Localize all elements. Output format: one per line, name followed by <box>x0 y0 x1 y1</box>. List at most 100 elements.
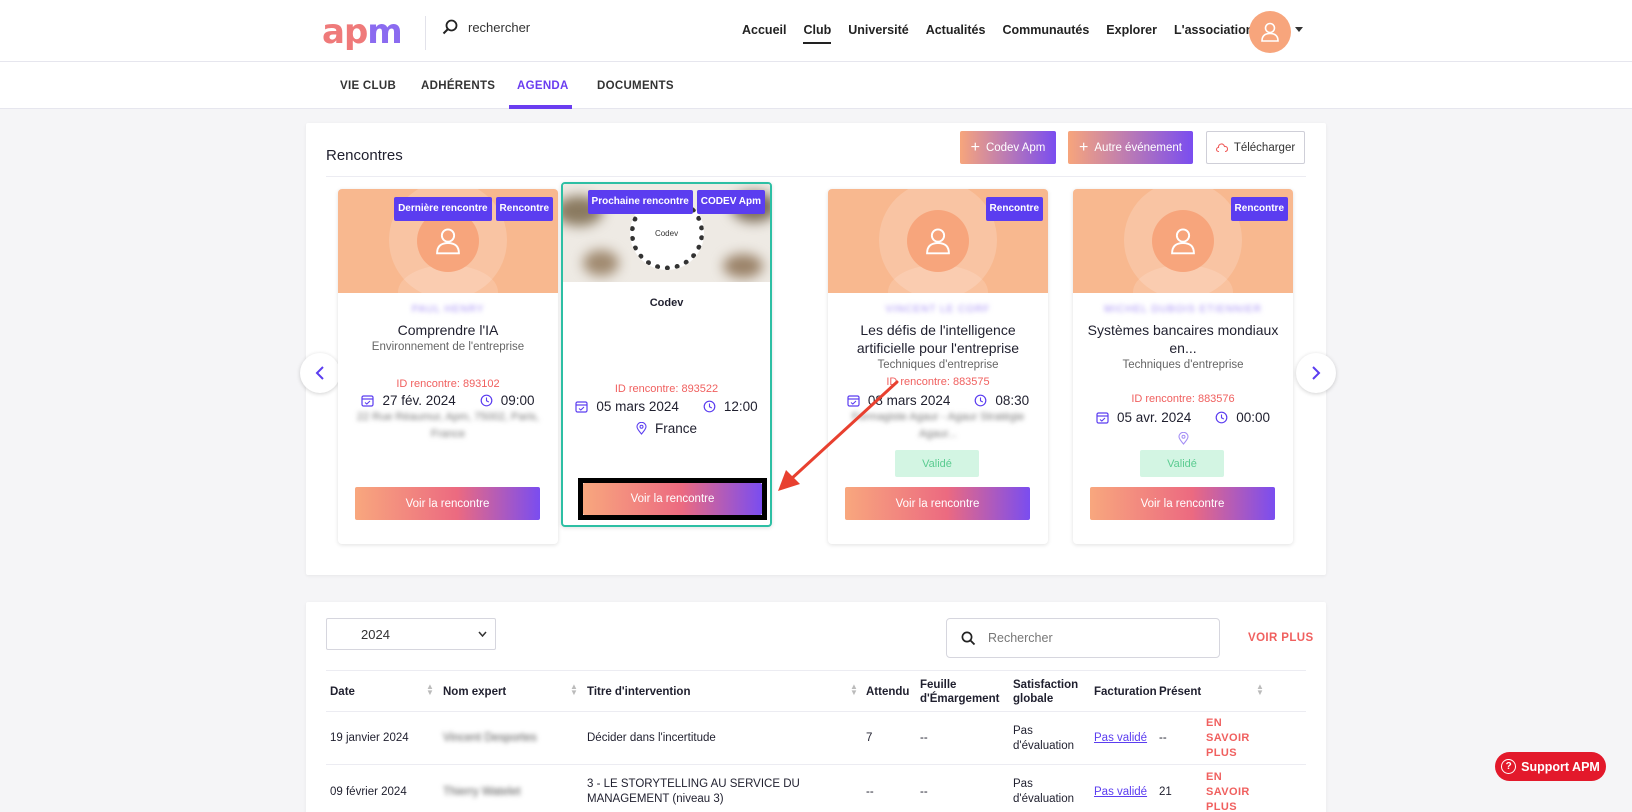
rencontres-title: Rencontres <box>326 147 403 164</box>
user-icon <box>436 228 460 255</box>
nav-universite[interactable]: Université <box>848 23 908 37</box>
header-search[interactable]: rechercher <box>442 19 530 35</box>
expert-name: MICHEL DUBOIS ETIENNIER <box>1104 304 1262 315</box>
nav-actualites[interactable]: Actualités <box>926 23 986 37</box>
card-title: Codev <box>649 297 684 309</box>
tab-documents[interactable]: DOCUMENTS <box>597 80 674 92</box>
calendar-icon <box>361 395 375 407</box>
clock-icon <box>703 400 716 413</box>
card-date: 05 avr. 2024 <box>1116 410 1192 425</box>
top-header: apm rechercher Accueil Club Université A… <box>0 0 1632 62</box>
card-time: 12:00 <box>723 399 758 414</box>
en-savoir-plus-link[interactable]: EN SAVOIR PLUS <box>1206 765 1266 812</box>
help-icon: ? <box>1501 759 1517 774</box>
header-divider <box>425 16 426 50</box>
calendar-icon <box>575 401 588 413</box>
sort-icon[interactable]: ▲ ▼ <box>850 683 858 697</box>
col-titre[interactable]: Titre d'intervention <box>587 671 690 713</box>
table-row: 19 janvier 2024 Vincent Desportes Décide… <box>326 712 1306 765</box>
card-title: Systèmes bancaires mondiaux en... <box>1087 322 1279 356</box>
rencontres-panel: Rencontres + Codev Apm + Autre événement… <box>300 123 1336 575</box>
meetings-table-panel: 2024 Rechercher VOIR PLUS Date ▲ ▼ Nom ex… <box>306 602 1326 812</box>
voir-plus-link[interactable]: VOIR PLUS <box>1248 632 1314 644</box>
card-subtitle: Environnement de l'entreprise <box>371 341 525 353</box>
cell-expert: Thierry Watelet <box>443 785 521 798</box>
user-icon <box>1171 228 1195 255</box>
col-satisfaction[interactable]: Satisfaction globale <box>1013 671 1083 713</box>
support-label: Support APM <box>1521 759 1600 774</box>
chevron-left-icon <box>315 366 324 380</box>
rencontre-card[interactable]: Dernière rencontre Rencontre PAUL HENRY … <box>338 189 558 544</box>
cell-date: 19 janvier 2024 <box>330 732 409 744</box>
voir-rencontre-button[interactable]: Voir la rencontre <box>583 483 762 515</box>
rencontre-id: ID rencontre: 893522 <box>614 383 719 395</box>
cell-titre: 3 - LE STORYTELLING AU SERVICE DU MANAGE… <box>587 778 800 805</box>
expert-name: VINCENT LE CORF <box>885 304 991 315</box>
table-search-input[interactable]: Rechercher <box>946 618 1220 658</box>
header-search-placeholder[interactable]: rechercher <box>468 20 530 35</box>
year-select-value: 2024 <box>361 626 390 642</box>
en-savoir-plus-link[interactable]: EN SAVOIR PLUS <box>1206 712 1266 765</box>
cell-attendu: 7 <box>866 732 873 744</box>
rencontre-card[interactable]: Rencontre VINCENT LE CORF Les défis de l… <box>828 189 1048 544</box>
card-time: 09:00 <box>500 393 535 408</box>
facturation-link[interactable]: Pas validé <box>1094 712 1147 765</box>
cell-satisfaction: Pas d'évaluation <box>1013 724 1075 752</box>
voir-rencontre-button[interactable]: Voir la rencontre <box>355 487 540 520</box>
download-label: Télécharger <box>1233 141 1296 154</box>
nav-communautes[interactable]: Communautés <box>1002 23 1089 37</box>
search-icon <box>442 19 458 35</box>
tab-adherents[interactable]: ADHÉRENTS <box>421 80 495 92</box>
status-badge: Validé <box>895 450 979 477</box>
add-codev-button[interactable]: + Codev Apm <box>960 131 1056 164</box>
cell-attendu: -- <box>866 785 874 798</box>
voir-rencontre-button[interactable]: Voir la rencontre <box>1090 487 1275 520</box>
col-feuille-emargement[interactable]: Feuille d'Émargement <box>920 671 1000 713</box>
carousel-next-button[interactable] <box>1296 353 1336 393</box>
carousel-prev-button[interactable] <box>300 353 340 393</box>
club-subnav: VIE CLUB ADHÉRENTS AGENDA DOCUMENTS <box>0 62 1632 109</box>
add-event-label: Autre événement <box>1094 141 1182 154</box>
nav-association[interactable]: L'association <box>1174 23 1253 37</box>
badge-rencontre: Rencontre <box>1230 197 1288 221</box>
nav-club[interactable]: Club <box>803 23 831 44</box>
divider <box>326 176 1306 177</box>
col-nom-expert[interactable]: Nom expert <box>443 671 506 713</box>
sort-icon[interactable]: ▲ ▼ <box>426 683 434 697</box>
nav-explorer[interactable]: Explorer <box>1106 23 1157 37</box>
card-subtitle: Techniques d'entreprise <box>1122 359 1244 371</box>
cell-titre: Décider dans l'incertitude <box>587 732 716 744</box>
card-date: 08 mars 2024 <box>867 393 951 408</box>
cell-expert: Vincent Desportes <box>443 732 537 744</box>
voir-rencontre-button[interactable]: Voir la rencontre <box>845 487 1030 520</box>
chevron-down-icon[interactable] <box>1295 27 1303 32</box>
sort-icon[interactable]: ▲ ▼ <box>1256 683 1264 697</box>
col-date[interactable]: Date <box>330 671 355 713</box>
col-facturation[interactable]: Facturation <box>1094 671 1157 713</box>
tab-agenda[interactable]: AGENDA <box>517 80 569 92</box>
col-attendu[interactable]: Attendu <box>866 671 909 713</box>
facturation-link[interactable]: Pas validé <box>1094 765 1147 812</box>
card-datetime: 08 mars 2024 08:30 <box>828 393 1048 408</box>
clock-icon <box>480 394 493 407</box>
table-row: 09 février 2024 Thierry Watelet 3 - LE S… <box>326 765 1306 812</box>
support-button[interactable]: ? Support APM <box>1495 752 1606 781</box>
cell-present: 21 <box>1159 785 1172 798</box>
nav-accueil[interactable]: Accueil <box>742 23 786 37</box>
col-present[interactable]: Présent <box>1159 671 1201 713</box>
user-avatar[interactable] <box>1249 11 1291 53</box>
user-icon <box>926 228 950 255</box>
avatar <box>1152 210 1214 272</box>
rencontre-card-highlighted[interactable]: Codev Prochaine rencontre CODEV Apm Code… <box>561 182 772 527</box>
add-event-button[interactable]: + Autre événement <box>1068 131 1193 164</box>
badge-prochaine-rencontre: Prochaine rencontre <box>587 190 693 214</box>
card-location: France <box>563 421 770 436</box>
sort-icon[interactable]: ▲ ▼ <box>570 683 578 697</box>
cell-feuille: -- <box>920 785 928 798</box>
apm-logo[interactable]: apm <box>322 12 403 52</box>
rencontre-card[interactable]: Rencontre MICHEL DUBOIS ETIENNIER Systèm… <box>1073 189 1293 544</box>
tab-vie-club[interactable]: VIE CLUB <box>340 80 396 92</box>
download-button[interactable]: Télécharger <box>1206 131 1305 164</box>
year-select[interactable]: 2024 <box>326 618 496 650</box>
table-search-placeholder: Rechercher <box>988 631 1053 645</box>
